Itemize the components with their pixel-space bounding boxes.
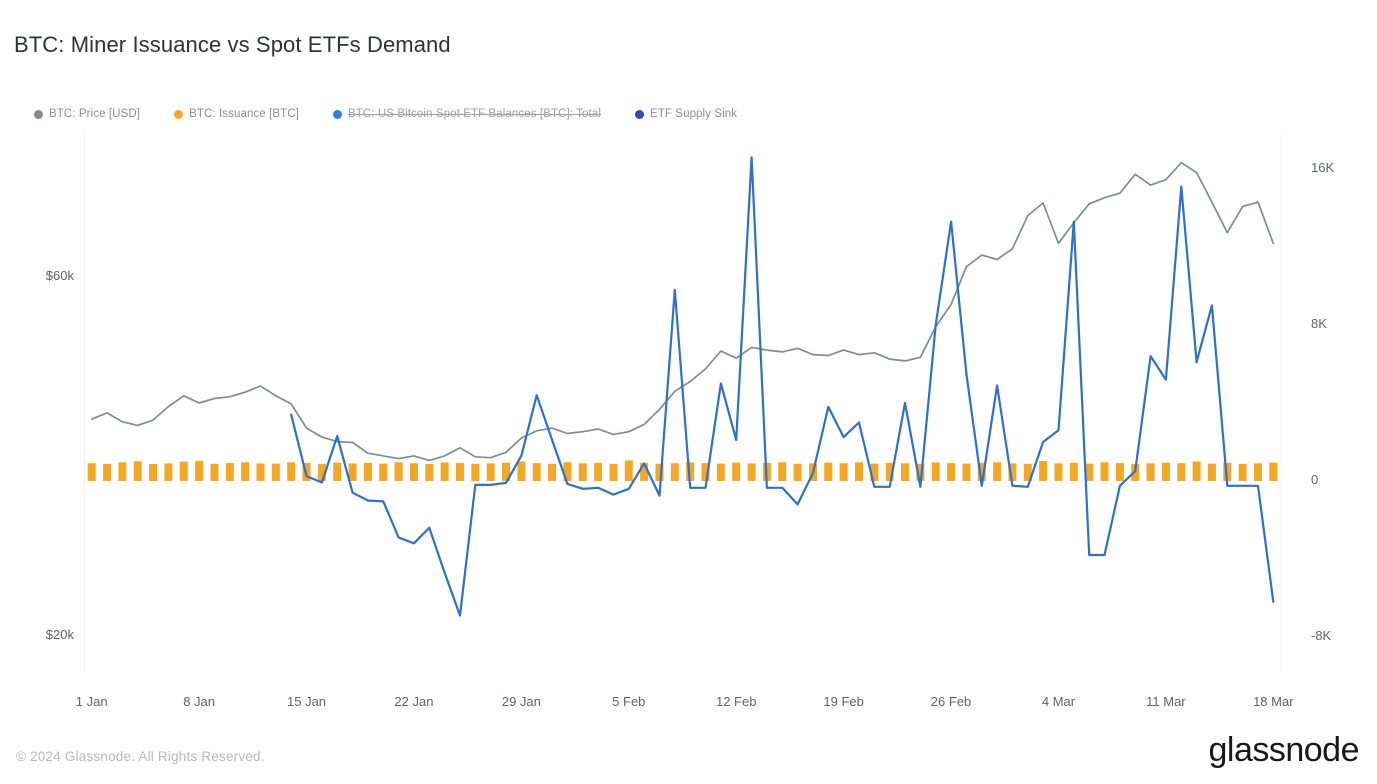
issuance-bar: [287, 462, 295, 481]
issuance-bar: [103, 464, 111, 481]
issuance-bar: [993, 462, 1001, 481]
issuance-bar: [932, 462, 940, 481]
issuance-bar: [778, 462, 786, 481]
issuance-bar: [625, 461, 633, 481]
y-tick-right: 8K: [1311, 316, 1327, 331]
issuance-bar: [256, 463, 264, 481]
x-tick-label: 11 Mar: [1146, 694, 1186, 709]
issuance-bar: [1147, 463, 1155, 481]
issuance-bar: [840, 463, 848, 481]
y-tick-right: 0: [1311, 472, 1318, 487]
issuance-bar: [824, 463, 832, 481]
chart-legend: BTC: Price [USD] BTC: Issuance [BTC] BTC: …: [34, 108, 771, 120]
issuance-bar: [947, 463, 955, 481]
issuance-bar: [794, 464, 802, 481]
issuance-bar: [134, 461, 142, 481]
legend-color-dot: [174, 110, 183, 119]
glassnode-logo: glassnode: [1208, 731, 1359, 770]
legend-color-dot: [34, 110, 43, 119]
issuance-bar: [1254, 463, 1262, 481]
page-title: BTC: Miner Issuance vs Spot ETFs Demand: [14, 32, 451, 58]
legend-label: BTC: US Bitcoin Spot ETF Balances [BTC]:…: [348, 108, 601, 120]
issuance-bar: [333, 463, 341, 481]
issuance-bar: [272, 464, 280, 481]
issuance-bar: [164, 463, 172, 481]
issuance-bar: [226, 463, 234, 481]
issuance-bar: [118, 462, 126, 481]
y-tick-left: $20k: [0, 627, 74, 642]
issuance-bar: [671, 463, 679, 481]
legend-item-0[interactable]: BTC: Price [USD]: [34, 108, 140, 120]
x-tick-label: 4 Mar: [1042, 694, 1075, 709]
issuance-bar: [456, 463, 464, 481]
issuance-bar: [471, 464, 479, 481]
issuance-bar: [195, 461, 203, 481]
legend-label: ETF Supply Sink: [650, 108, 737, 120]
x-tick-label: 26 Feb: [931, 694, 971, 709]
issuance-bar: [1039, 461, 1047, 481]
x-tick-label: 18 Mar: [1253, 694, 1293, 709]
issuance-bar: [901, 463, 909, 481]
issuance-bar: [748, 463, 756, 481]
issuance-bar: [594, 463, 602, 481]
issuance-bar: [149, 464, 157, 481]
issuance-bar: [1193, 461, 1201, 480]
x-tick-label: 15 Jan: [287, 694, 326, 709]
x-tick-label: 12 Feb: [716, 694, 756, 709]
x-tick-label: 22 Jan: [394, 694, 433, 709]
issuance-bar: [241, 462, 249, 481]
issuance-bar: [88, 463, 96, 481]
issuance-bars: [88, 461, 1278, 481]
issuance-bar: [717, 464, 725, 481]
issuance-bar: [1054, 463, 1062, 481]
issuance-bar: [1177, 463, 1185, 481]
chart-svg: [84, 134, 1281, 672]
price-line: [92, 163, 1274, 461]
legend-color-dot: [635, 110, 644, 119]
issuance-bar: [487, 463, 495, 481]
issuance-bar: [1070, 463, 1078, 481]
issuance-bar: [1101, 462, 1109, 481]
legend-color-dot: [333, 110, 342, 119]
x-tick-label: 19 Feb: [823, 694, 863, 709]
issuance-bar: [441, 462, 449, 481]
y-tick-right: 16K: [1311, 160, 1334, 175]
issuance-bar: [962, 464, 970, 481]
issuance-bar: [548, 464, 556, 481]
issuance-bar: [410, 463, 418, 481]
y-tick-left: $60k: [0, 268, 74, 283]
issuance-bar: [855, 462, 863, 481]
y-tick-right: -8K: [1311, 628, 1331, 643]
issuance-bar: [533, 463, 541, 481]
issuance-bar: [364, 463, 372, 481]
issuance-bar: [732, 463, 740, 481]
x-tick-label: 1 Jan: [76, 694, 108, 709]
issuance-bar: [395, 462, 403, 481]
legend-label: BTC: Price [USD]: [49, 108, 140, 120]
legend-item-2[interactable]: BTC: US Bitcoin Spot ETF Balances [BTC]:…: [333, 108, 601, 120]
issuance-bar: [210, 464, 218, 481]
issuance-bar: [1239, 464, 1247, 481]
x-tick-label: 5 Feb: [612, 694, 645, 709]
x-tick-label: 8 Jan: [183, 694, 215, 709]
plot-area[interactable]: [84, 134, 1281, 672]
issuance-bar: [1269, 463, 1277, 481]
etf-supply-sink-line: [291, 157, 1273, 615]
legend-label: BTC: Issuance [BTC]: [189, 108, 299, 120]
issuance-bar: [517, 461, 525, 480]
copyright-text: © 2024 Glassnode. All Rights Reserved.: [16, 749, 265, 764]
issuance-bar: [1162, 463, 1170, 481]
issuance-bar: [1116, 463, 1124, 481]
issuance-bar: [180, 462, 188, 481]
issuance-bar: [579, 463, 587, 481]
issuance-bar: [425, 464, 433, 481]
chart-card: BTC: Miner Issuance vs Spot ETFs Demand …: [0, 0, 1377, 784]
issuance-bar: [1208, 464, 1216, 481]
legend-item-3[interactable]: ETF Supply Sink: [635, 108, 737, 120]
legend-item-1[interactable]: BTC: Issuance [BTC]: [174, 108, 299, 120]
issuance-bar: [379, 464, 387, 481]
x-tick-label: 29 Jan: [502, 694, 541, 709]
issuance-bar: [609, 464, 617, 481]
